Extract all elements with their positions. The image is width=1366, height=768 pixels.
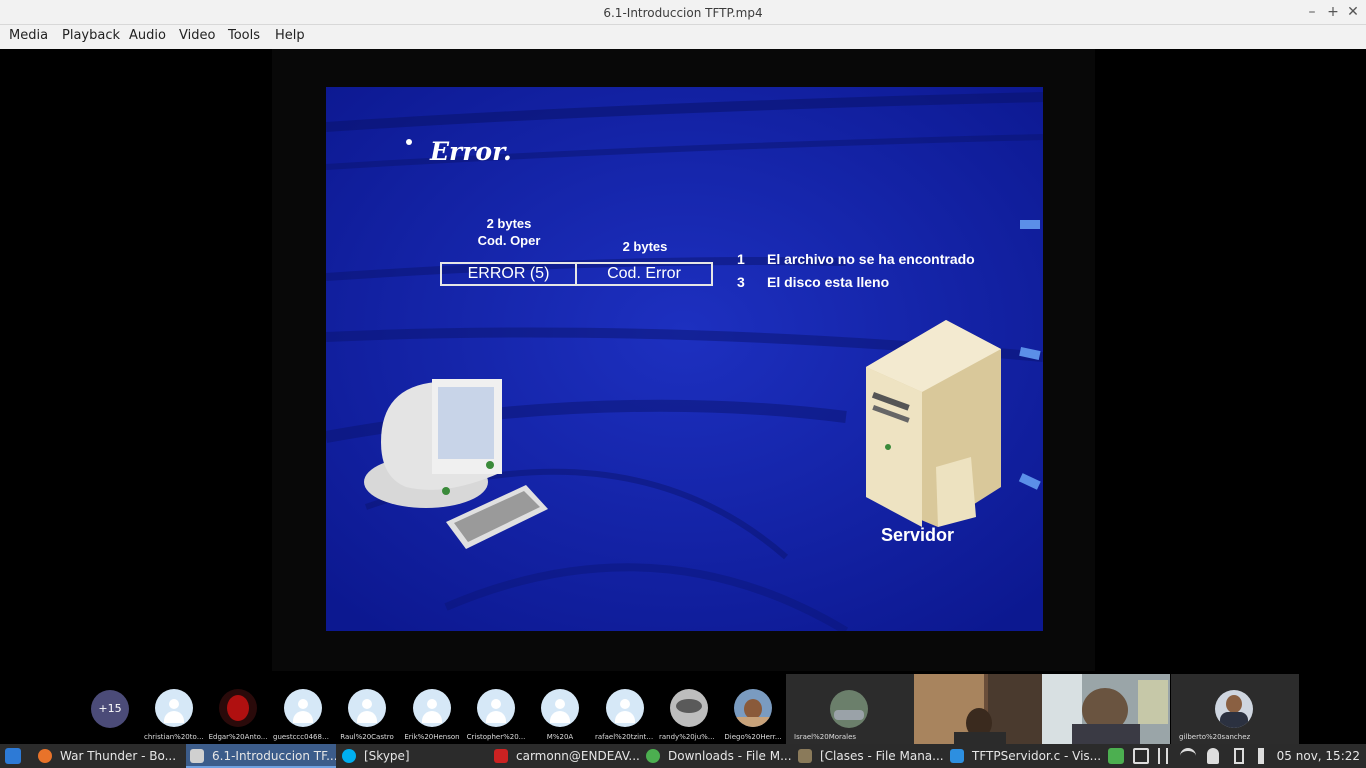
participant[interactable]: Raul%20Castro (337, 689, 397, 741)
avatar (155, 689, 193, 727)
opcode-name-label: Cod. Oper (477, 233, 541, 248)
more-participants-button[interactable]: +15 (91, 690, 129, 728)
participant-name: Raul%20Castro (340, 733, 394, 741)
task-label: carmonn@ENDEAV... (516, 749, 640, 763)
slide-frame: Error. 2 bytes Cod. Oper 2 bytes ERROR (… (326, 87, 1043, 631)
skype-icon (342, 749, 356, 763)
slide-title: Error. (430, 137, 512, 166)
window-title: 6.1-Introduccion TFTP.mp4 (603, 6, 763, 20)
task-downloads[interactable]: Downloads - File M... (644, 744, 792, 768)
avatar (734, 689, 772, 727)
menu-bar: Media Playback Audio Video Tools Help (0, 25, 1366, 49)
firefox-icon (38, 749, 52, 763)
video-tile[interactable]: gilberto%20sanchez (1171, 674, 1299, 744)
participant-name: gilberto%20sanchez (1179, 733, 1251, 741)
video-tile[interactable]: Israel%20Morales (786, 674, 914, 744)
bell-icon[interactable] (1207, 748, 1219, 764)
participant-name: christian%20tor... (144, 733, 204, 741)
menu-audio[interactable]: Audio (129, 25, 166, 49)
avatar (670, 689, 708, 727)
avatar (284, 689, 322, 727)
participant-name: Israel%20Morales (794, 733, 857, 741)
task-label: Downloads - File M... (668, 749, 792, 763)
task-file-manager[interactable]: [Clases - File Mana... (796, 744, 944, 768)
menu-media[interactable]: Media (9, 25, 48, 49)
task-label: TFTPServidor.c - Vis... (972, 749, 1100, 763)
participant[interactable]: M%20A (530, 689, 590, 741)
menu-tools[interactable]: Tools (228, 25, 260, 49)
participant[interactable]: randy%20ju%C... (659, 689, 719, 741)
avatar (348, 689, 386, 727)
vscode-icon (950, 749, 964, 763)
error-packet-diagram: ERROR (5) Cod. Error (440, 262, 713, 286)
participant[interactable]: Diego%20Herr... (723, 689, 783, 741)
task-label: War Thunder - Bo... (60, 749, 176, 763)
terminal-icon (494, 749, 508, 763)
folder-icon (798, 749, 812, 763)
window-titlebar: 6.1-Introduccion TFTP.mp4 – + ✕ (0, 0, 1366, 25)
video-tile[interactable] (1042, 674, 1170, 744)
avatar (477, 689, 515, 727)
task-vscode[interactable]: TFTPServidor.c - Vis... (948, 744, 1100, 768)
media-player-icon (190, 749, 204, 763)
code-number: 3 (737, 274, 745, 290)
title-bullet (406, 139, 412, 145)
participant[interactable]: Cristopher%20... (466, 689, 526, 741)
avatar (1215, 690, 1253, 728)
avatar (413, 689, 451, 727)
packet-cell-opcode: ERROR (5) (442, 264, 577, 284)
participant-name: M%20A (546, 733, 574, 741)
server-label: Servidor (881, 525, 955, 545)
maximize-button[interactable]: + (1324, 3, 1342, 21)
participant[interactable]: guestccc04688... (273, 689, 333, 741)
menu-video[interactable]: Video (179, 25, 215, 49)
task-label: [Skype] (364, 749, 410, 763)
task-label: 6.1-Introduccion TF... (212, 749, 336, 763)
task-terminal[interactable]: carmonn@ENDEAV... (492, 744, 640, 768)
check-icon[interactable] (1108, 748, 1124, 764)
code-number: 1 (737, 251, 745, 267)
task-media-player[interactable]: 6.1-Introduccion TF... (186, 744, 336, 768)
packet-cell-errorcode: Cod. Error (607, 265, 681, 282)
errorcode-size-label: 2 bytes (622, 239, 668, 254)
close-button[interactable]: ✕ (1344, 3, 1362, 21)
participant-name: Cristopher%20... (466, 733, 526, 741)
participant[interactable]: Erik%20Henson (402, 689, 462, 741)
participant-name: Edgar%20Anto... (208, 733, 268, 741)
menu-playback[interactable]: Playback (62, 25, 120, 49)
participant-name: Erik%20Henson (404, 733, 460, 741)
code-text: El disco esta lleno (767, 274, 890, 290)
video-tile[interactable] (914, 674, 1042, 744)
avatar (606, 689, 644, 727)
task-skype[interactable]: [Skype] (340, 744, 480, 768)
participant-name: guestccc04688... (273, 733, 333, 741)
minimize-button[interactable]: – (1303, 3, 1321, 21)
menu-help[interactable]: Help (275, 25, 305, 49)
participant[interactable]: rafael%20tzintz... (595, 689, 655, 741)
start-menu-icon[interactable] (5, 748, 21, 764)
call-participants-bar: +15 christian%20tor... Edgar%20Anto... g… (0, 671, 1366, 744)
slide-background (326, 87, 1043, 631)
taskbar: War Thunder - Bo... 6.1-Introduccion TF.… (0, 744, 1366, 768)
participant-name: rafael%20tzintz... (595, 733, 655, 741)
wifi-icon[interactable] (1180, 748, 1196, 764)
avatar (219, 689, 257, 727)
clock[interactable]: 05 nov, 15:22 (1277, 744, 1360, 768)
volume-icon[interactable] (1258, 748, 1272, 764)
avatar (541, 689, 579, 727)
participant[interactable]: christian%20tor... (144, 689, 204, 741)
task-firefox[interactable]: War Thunder - Bo... (36, 744, 176, 768)
participant-name: randy%20ju%C... (659, 733, 719, 741)
avatar (830, 690, 868, 728)
participant[interactable]: Edgar%20Anto... (208, 689, 268, 741)
download-icon (646, 749, 660, 763)
battery-icon[interactable] (1234, 748, 1244, 764)
bluetooth-icon[interactable] (1158, 748, 1168, 764)
opcode-size-label: 2 bytes (486, 216, 532, 231)
code-text: El archivo no se ha encontrado (767, 251, 975, 267)
task-label: [Clases - File Mana... (820, 749, 944, 763)
notes-icon[interactable] (1133, 748, 1149, 764)
participant-name: Diego%20Herr... (724, 733, 782, 741)
